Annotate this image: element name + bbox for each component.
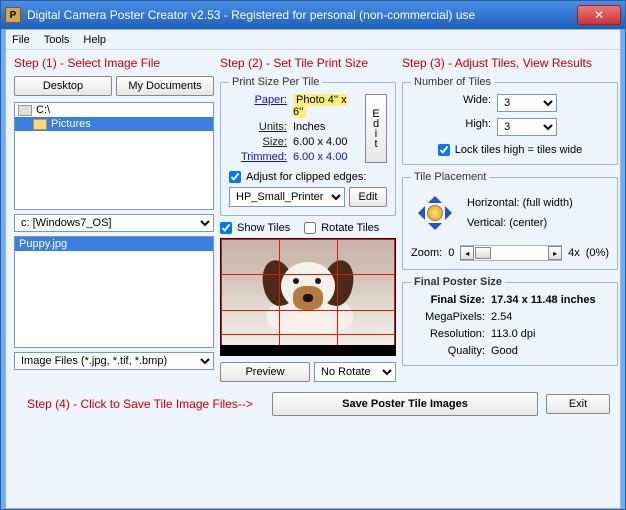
rotate-combo[interactable]: No Rotate: [314, 362, 396, 382]
menu-help[interactable]: Help: [83, 34, 106, 46]
zoom-min: 0: [448, 247, 454, 259]
num-tiles-group: Number of Tiles Wide: 3 High: 3 Lock til…: [402, 76, 618, 165]
resolution-value: 113.0 dpi: [491, 328, 609, 340]
size-label: Size:: [229, 136, 287, 148]
final-size-group: Final Poster Size Final Size:17.34 x 11.…: [402, 276, 618, 366]
step1-header: Step (1) - Select Image File: [14, 56, 214, 70]
size-value: 6.00 x 4.00: [287, 136, 359, 148]
megapixels-label: MegaPixels:: [411, 311, 491, 323]
folder-tree[interactable]: C:\ Pictures: [14, 102, 214, 210]
arrow-up-icon[interactable]: [428, 189, 442, 203]
step3-panel: Step (3) - Adjust Tiles, View Results Nu…: [402, 56, 618, 382]
trimmed-label[interactable]: Trimmed:: [229, 151, 287, 163]
quality-label: Quality:: [411, 345, 491, 357]
tiles-high-combo[interactable]: 3: [497, 118, 557, 136]
file-filter-combo[interactable]: Image Files (*.jpg, *.tif, *.bmp): [14, 352, 214, 370]
titlebar: P Digital Camera Poster Creator v2.53 - …: [1, 1, 625, 29]
print-size-group: Print Size Per Tile Paper:Photo 4'' x 6'…: [220, 76, 396, 216]
zoom-thumb[interactable]: [475, 247, 491, 259]
file-item-selected[interactable]: Puppy.jpg: [15, 237, 213, 251]
horiz-label: Horizontal:: [467, 197, 520, 209]
save-poster-button[interactable]: Save Poster Tile Images: [272, 392, 538, 416]
megapixels-value: 2.54: [491, 311, 609, 323]
step2-panel: Step (2) - Set Tile Print Size Print Siz…: [220, 56, 396, 382]
vert-label: Vertical:: [467, 217, 506, 229]
resolution-label: Resolution:: [411, 328, 491, 340]
exit-button[interactable]: Exit: [546, 394, 610, 414]
lock-tiles-label: Lock tiles high = tiles wide: [455, 144, 582, 156]
direction-pad: [411, 189, 459, 237]
rotate-tiles-checkbox[interactable]: [304, 222, 316, 234]
tile-placement-group: Tile Placement Horizontal: (full width) …: [402, 171, 618, 270]
menubar: File Tools Help: [6, 30, 620, 50]
arrow-right-icon[interactable]: [445, 206, 459, 220]
horiz-value: (full width): [523, 197, 573, 209]
show-tiles-label: Show Tiles: [237, 222, 290, 234]
menu-tools[interactable]: Tools: [44, 34, 70, 46]
edit-print-size-button[interactable]: Edit: [365, 94, 387, 163]
tile-grid-overlay: [221, 239, 395, 345]
image-preview: [220, 238, 396, 356]
step3-header: Step (3) - Adjust Tiles, View Results: [402, 56, 618, 70]
step1-panel: Step (1) - Select Image File Desktop My …: [14, 56, 214, 382]
tile-placement-legend: Tile Placement: [411, 171, 489, 183]
tree-drive-c[interactable]: C:\: [36, 104, 50, 116]
desktop-button[interactable]: Desktop: [14, 76, 112, 96]
adjust-clipped-label: Adjust for clipped edges:: [246, 171, 366, 183]
zoom-pct: (0%): [586, 247, 609, 259]
arrow-down-icon[interactable]: [428, 223, 442, 237]
app-icon: P: [5, 7, 21, 23]
drive-combo[interactable]: c: [Windows7_OS]: [14, 214, 214, 232]
tree-folder-pictures[interactable]: Pictures: [51, 118, 91, 130]
edit-printer-button[interactable]: Edit: [349, 187, 387, 207]
window-title: Digital Camera Poster Creator v2.53 - Re…: [27, 8, 577, 22]
folder-icon: [33, 119, 47, 130]
zoom-max: 4x: [568, 247, 580, 259]
rotate-tiles-label: Rotate Tiles: [321, 222, 379, 234]
drive-icon: [18, 105, 32, 116]
show-tiles-checkbox[interactable]: [220, 222, 232, 234]
quality-value: Good: [491, 345, 609, 357]
vert-value: (center): [509, 217, 547, 229]
units-value: Inches: [287, 121, 359, 133]
final-size-legend: Final Poster Size: [411, 276, 505, 288]
menu-file[interactable]: File: [12, 34, 30, 46]
num-tiles-legend: Number of Tiles: [411, 76, 494, 88]
zoom-left-arrow[interactable]: ◂: [460, 246, 474, 260]
lock-tiles-checkbox[interactable]: [438, 144, 450, 156]
mydocs-button[interactable]: My Documents: [116, 76, 214, 96]
units-label: Units:: [229, 121, 287, 133]
printer-combo[interactable]: HP_Small_Printer: [229, 187, 345, 207]
tiles-high-label: High:: [463, 118, 491, 136]
zoom-slider[interactable]: ◂ ▸: [460, 245, 562, 261]
zoom-label: Zoom:: [411, 247, 442, 259]
print-size-legend: Print Size Per Tile: [229, 76, 322, 88]
center-button[interactable]: [427, 205, 443, 221]
step4-hint: Step (4) - Click to Save Tile Image File…: [16, 397, 264, 411]
final-size-value: 17.34 x 11.48 inches: [491, 294, 609, 306]
zoom-right-arrow[interactable]: ▸: [548, 246, 562, 260]
paper-value: Photo 4'' x 6'': [293, 94, 347, 118]
file-list[interactable]: Puppy.jpg: [14, 236, 214, 348]
close-button[interactable]: ✕: [577, 5, 621, 25]
final-size-label: Final Size:: [411, 294, 491, 306]
paper-label[interactable]: Paper:: [229, 94, 287, 118]
preview-button[interactable]: Preview: [220, 362, 310, 382]
arrow-left-icon[interactable]: [411, 206, 425, 220]
tiles-wide-label: Wide:: [463, 94, 491, 112]
adjust-clipped-checkbox[interactable]: [229, 171, 241, 183]
trimmed-value: 6.00 x 4.00: [287, 151, 359, 163]
step2-header: Step (2) - Set Tile Print Size: [220, 56, 396, 70]
tiles-wide-combo[interactable]: 3: [497, 94, 557, 112]
